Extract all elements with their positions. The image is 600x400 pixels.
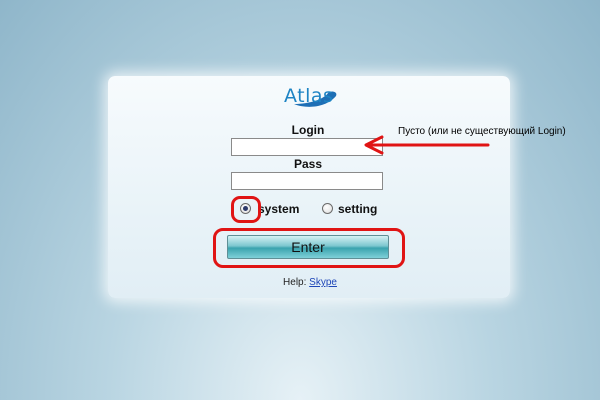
annotation-arrow-icon: [364, 135, 490, 155]
radio-setting-label: setting: [338, 202, 378, 216]
logo-text: Atlas: [284, 85, 334, 107]
help-prefix: Help:: [283, 277, 307, 288]
pass-label: Pass: [293, 157, 323, 171]
annotation-button-highlight: [213, 228, 405, 268]
radio-setting-button[interactable]: [322, 203, 333, 214]
help-line: Help: Skype: [200, 277, 420, 288]
annotation-radio-highlight: [231, 196, 261, 223]
pass-input[interactable]: [231, 172, 383, 190]
skype-link[interactable]: Skype: [309, 277, 337, 288]
annotation-text: Пусто (или не существующий Login): [398, 126, 566, 137]
atlas-logo: Atlas: [280, 84, 340, 110]
radio-system-label: system: [258, 202, 300, 216]
